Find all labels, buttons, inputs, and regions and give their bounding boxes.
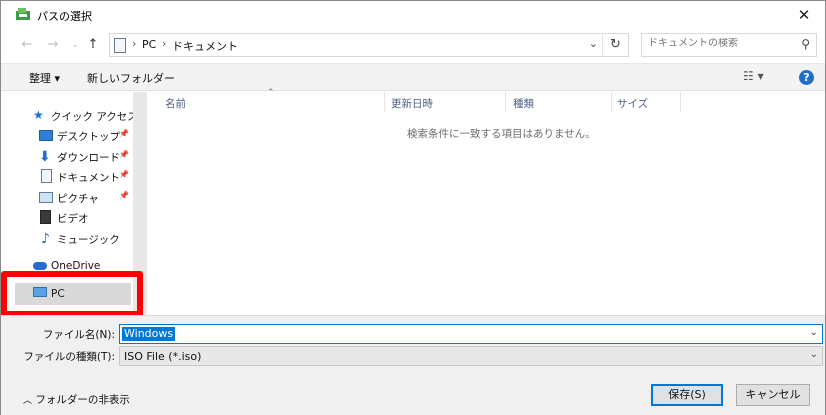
sidebar-item-label: デスクトップ [57,131,120,143]
file-list-pane[interactable]: ⌃ 名前 更新日時 種類 サイズ 検索条件に一致する項目はありません。 [147,88,825,315]
sort-indicator-icon: ⌃ [267,88,275,98]
address-dropdown-icon[interactable]: ⌄ [589,37,598,50]
save-button[interactable]: 保存(S) [651,384,723,406]
pin-icon: 📌 [119,191,129,200]
video-icon [40,210,51,224]
breadcrumb-separator-icon: › [162,37,167,50]
column-divider[interactable] [611,92,612,112]
sidebar-item-music[interactable]: ♪ ミュージック [1,228,133,248]
sidebar-item-desktop[interactable]: デスクトップ 📌 [1,125,133,145]
recent-locations-chevron-icon[interactable]: ⌄ [65,35,85,55]
breadcrumb-documents[interactable]: ドキュメント [172,38,238,54]
sidebar-item-label: ビデオ [57,213,89,225]
music-icon: ♪ [41,231,50,247]
search-input[interactable] [648,38,788,49]
view-options-icon[interactable]: ☷ ▾ [743,69,764,83]
file-save-dialog: パスの選択 ✕ ← → ⌄ ↑ › PC › ドキュメント ⌄ ↻ ⚲ 整理 ▾… [0,0,826,415]
back-arrow-icon[interactable]: ← [17,35,37,55]
document-icon [41,169,52,183]
cancel-button[interactable]: キャンセル [736,384,810,406]
sidebar-item-pictures[interactable]: ピクチャ 📌 [1,187,133,207]
cloud-icon [33,262,47,270]
sidebar-item-label: ドキュメント [57,172,120,184]
filename-input[interactable]: Windows ⌄ [119,324,823,344]
pin-icon: 📌 [119,150,129,159]
sidebar-item-label: ピクチャ [57,193,99,205]
chevron-up-icon: ︿ [23,396,33,406]
search-icon[interactable]: ⚲ [801,37,810,51]
new-folder-button[interactable]: 新しいフォルダー [87,70,175,86]
pin-icon: 📌 [119,170,129,179]
sidebar-item-label: クイック アクセス [51,111,138,123]
forward-arrow-icon[interactable]: → [43,35,63,55]
sidebar-item-downloads[interactable]: ⬇ ダウンロード 📌 [1,146,133,166]
hide-folders-label: フォルダーの非表示 [35,394,130,406]
organize-button[interactable]: 整理 ▾ [29,70,60,86]
filetype-select[interactable]: ISO File (*.iso) ⌄ [119,346,823,366]
sidebar-item-label: ミュージック [57,234,120,246]
column-divider[interactable] [680,92,681,112]
filetype-dropdown-icon[interactable]: ⌄ [810,349,818,360]
star-icon: ★ [33,108,44,122]
breadcrumb-pc[interactable]: PC [142,38,156,51]
document-location-icon [114,38,126,53]
picture-icon [39,192,53,203]
column-header-modified[interactable]: 更新日時 [391,96,433,116]
search-box[interactable]: ⚲ [641,33,817,57]
command-toolbar: 整理 ▾ 新しいフォルダー ☷ ▾ ? [1,63,825,91]
sidebar-item-label: ダウンロード [57,152,120,164]
up-arrow-icon[interactable]: ↑ [83,35,103,55]
hide-folders-toggle[interactable]: ︿ フォルダーの非表示 [23,392,130,407]
window-title: パスの選択 [37,10,92,23]
download-icon: ⬇ [39,149,51,165]
empty-folder-message: 検索条件に一致する項目はありません。 [407,128,596,140]
sidebar-item-documents[interactable]: ドキュメント 📌 [1,166,133,186]
title-bar: パスの選択 ✕ [1,1,825,29]
column-header-type[interactable]: 種類 [513,96,534,116]
help-icon[interactable]: ? [799,70,814,85]
filename-label: ファイル名(N): [42,329,115,341]
breadcrumb-separator-icon: › [132,37,137,50]
column-header-size[interactable]: サイズ [617,96,648,116]
pin-icon: 📌 [119,129,129,138]
refresh-icon[interactable]: ↻ [602,34,628,56]
filename-value[interactable]: Windows [122,327,176,341]
close-button[interactable]: ✕ [789,3,819,27]
filetype-label: ファイルの種類(T): [23,351,115,363]
column-divider[interactable] [505,92,506,112]
column-divider[interactable] [384,92,385,112]
filetype-value: ISO File (*.iso) [124,350,202,363]
app-icon [16,8,30,20]
save-options-area: ファイル名(N): Windows ⌄ ファイルの種類(T): ISO File… [1,315,825,415]
desktop-icon [39,130,53,141]
address-bar[interactable]: › PC › ドキュメント ⌄ ↻ [109,33,629,57]
column-header-name[interactable]: 名前 [165,96,186,116]
highlight-annotation-box [1,271,143,317]
filename-dropdown-icon[interactable]: ⌄ [810,327,818,338]
sidebar-item-videos[interactable]: ビデオ [1,207,133,227]
navigation-bar: ← → ⌄ ↑ › PC › ドキュメント ⌄ ↻ ⚲ [1,31,825,61]
sidebar-item-quick-access[interactable]: ★ クイック アクセス [1,105,138,125]
